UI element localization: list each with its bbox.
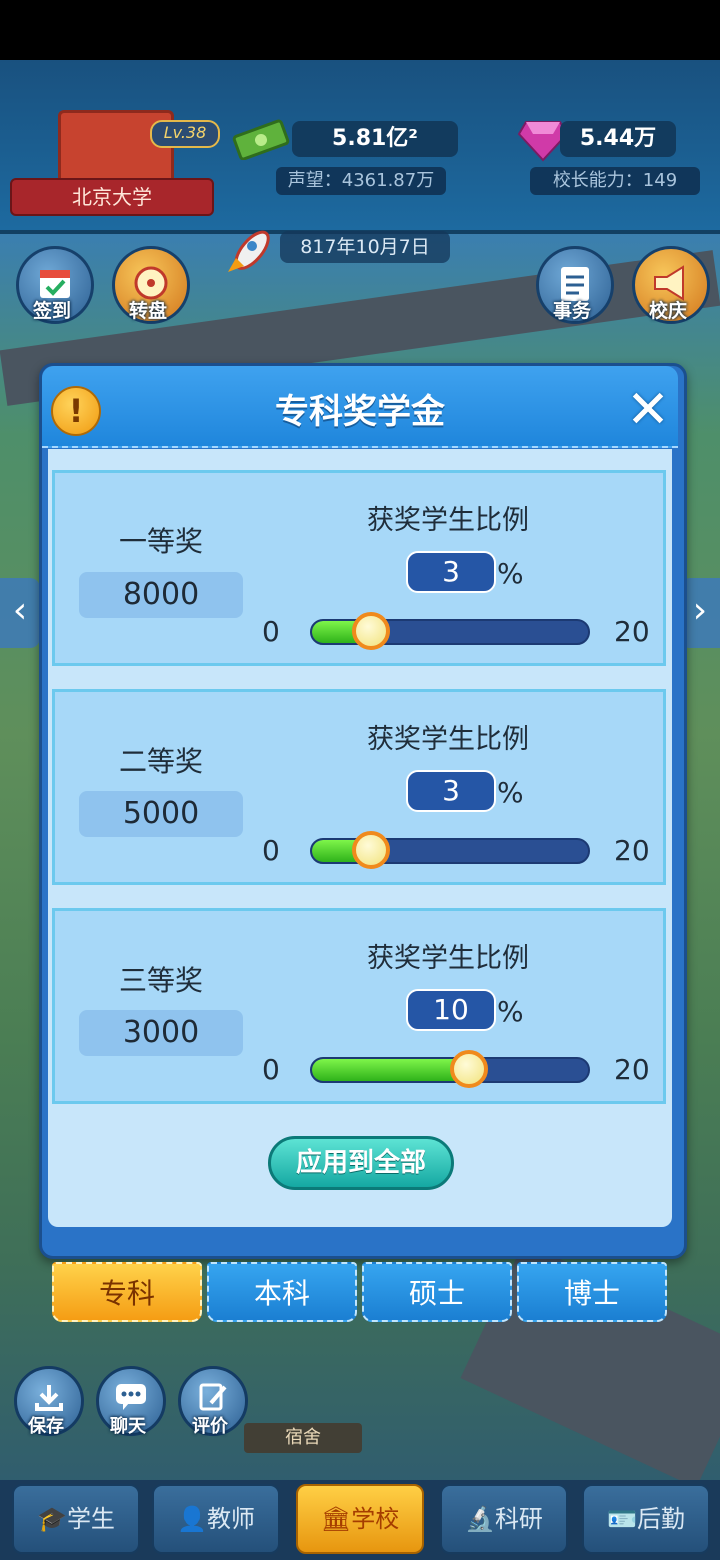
edit-icon [199,1383,227,1411]
ratio-slider-knob[interactable] [352,831,390,869]
ratio-title: 获奖学生比例 [367,505,529,536]
dialog-title: 专科奖学金 [275,392,445,432]
nav-school[interactable]: 🏛学校 [296,1484,424,1554]
nav-students[interactable]: 🎓学生 [12,1484,140,1554]
nav-teachers-label: 教师 [206,1505,255,1533]
school-name: 北京大学 [10,178,214,216]
ratio-slider-knob[interactable] [352,612,390,650]
rate-label: 评价 [192,1416,228,1437]
apply-all-button[interactable]: 应用到全部 [268,1136,454,1190]
slider-min: 0 [262,615,280,648]
close-icon[interactable]: ✕ [622,384,674,436]
tab-master[interactable]: 硕士 [362,1262,512,1322]
nav-school-label: 学校 [351,1505,400,1533]
nav-research[interactable]: 🔬科研 [440,1484,568,1554]
ratio-title: 获奖学生比例 [367,943,529,974]
checkin-label: 签到 [32,300,71,322]
slider-max: 20 [614,1053,650,1086]
microscope-icon: 🔬 [465,1505,495,1533]
ratio-title: 获奖学生比例 [367,724,529,755]
ratio-slider-fill [312,1059,470,1081]
columns-icon: 🏛 [320,1505,352,1533]
nav-logistics[interactable]: 🪪后勤 [582,1484,710,1554]
prize-amount[interactable]: 5000 [79,791,243,837]
graduation-cap-icon: 🎓 [37,1505,67,1533]
ratio-value[interactable]: 3 [406,770,496,812]
tab-undergraduate[interactable]: 本科 [207,1262,357,1322]
wheel-label: 转盘 [128,300,167,322]
prize-name: 二等奖 [118,745,203,778]
prize-name: 三等奖 [118,964,203,997]
download-icon [35,1385,63,1411]
nav-students-label: 学生 [66,1505,115,1533]
gem-value: 5.44万 [560,121,676,157]
id-card-icon: 🪪 [607,1505,637,1533]
ratio-slider-knob[interactable] [450,1050,488,1088]
chat-icon [116,1384,146,1410]
person-icon: 👤 [177,1505,207,1533]
tab-junior-college[interactable]: 专科 [52,1262,202,1322]
money-icon [232,119,290,160]
slider-max: 20 [614,834,650,867]
chat-label: 聊天 [110,1416,146,1437]
prize-amount[interactable]: 3000 [79,1010,243,1056]
left-arrow-button[interactable]: ‹ [0,578,40,648]
prize-amount[interactable]: 8000 [79,572,243,618]
percent-sign: % [497,557,524,590]
percent-sign: % [497,995,524,1028]
prize-name: 一等奖 [118,525,203,558]
rocket-icon[interactable] [218,222,278,282]
dorm-label[interactable]: 宿舍 [244,1423,362,1453]
money-value: 5.81亿² [292,121,458,157]
slider-min: 0 [262,834,280,867]
ratio-value[interactable]: 3 [406,551,496,593]
nav-research-label: 科研 [494,1505,543,1533]
slider-min: 0 [262,1053,280,1086]
anniversary-label: 校庆 [648,300,687,322]
slider-max: 20 [614,615,650,648]
affairs-label: 事务 [552,300,591,322]
ratio-value[interactable]: 10 [406,989,496,1031]
reputation-value: 声望：4361.87万 [276,167,446,195]
tab-doctor[interactable]: 博士 [517,1262,667,1322]
percent-sign: % [497,776,524,809]
status-bar [0,0,720,60]
school-level-badge: Lv.38 [150,120,220,148]
principal-ability-value: 校长能力：149 [530,167,700,195]
nav-teachers[interactable]: 👤教师 [152,1484,280,1554]
save-label: 保存 [28,1416,64,1437]
nav-logistics-label: 后勤 [636,1505,685,1533]
game-date: 817年10月7日 [280,231,450,263]
